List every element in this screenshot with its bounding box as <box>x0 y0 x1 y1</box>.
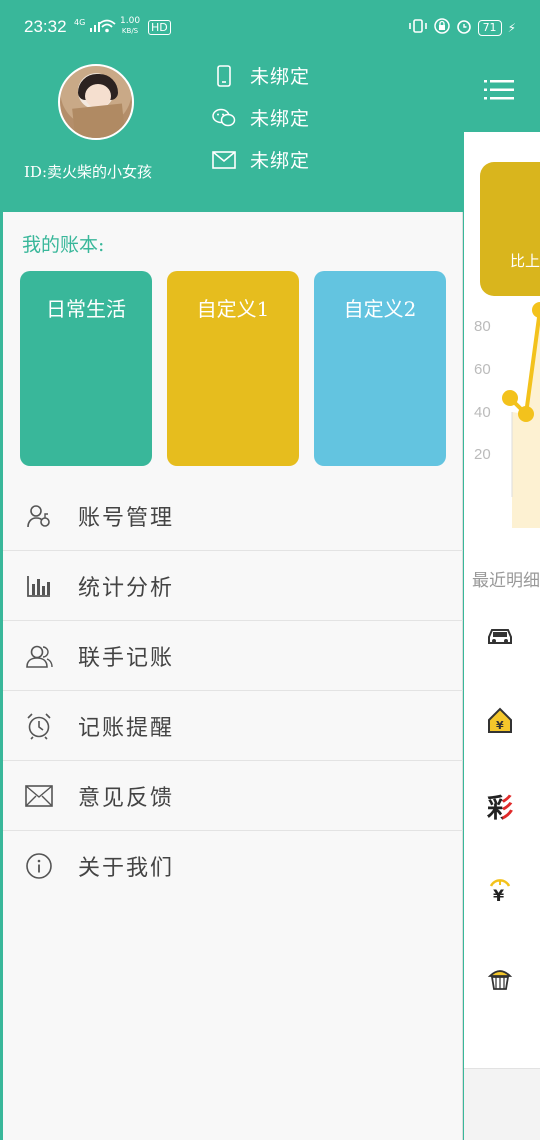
wifi-icon <box>98 18 116 37</box>
info-icon <box>25 852 53 880</box>
mail-icon <box>25 782 53 810</box>
lottery-char: 彩 <box>487 788 513 825</box>
book-daily-life[interactable]: 日常生活 <box>20 271 152 466</box>
svg-text:¥: ¥ <box>496 719 504 732</box>
status-right-icons: 71 ⚡ <box>408 18 516 38</box>
book-label: 自定义2 <box>343 297 417 321</box>
my-books-title: 我的账本: <box>22 234 105 256</box>
alarm-clock-icon <box>25 712 53 740</box>
menu-item-about-us[interactable]: 关于我们 <box>3 831 463 901</box>
summary-card-text: 比上 <box>510 252 540 270</box>
menu-label: 联手记账 <box>78 645 175 671</box>
book-custom-1[interactable]: 自定义1 <box>167 271 299 466</box>
battery-indicator: 71 <box>477 20 502 36</box>
book-label: 自定义1 <box>196 297 270 321</box>
users-icon <box>25 642 53 670</box>
avatar[interactable] <box>58 64 134 140</box>
recent-details-title: 最近明细 <box>472 571 540 591</box>
vibrate-icon <box>408 19 428 37</box>
book-custom-2[interactable]: 自定义2 <box>314 271 446 466</box>
axis-tick: 20 <box>474 446 491 463</box>
network-type: 4G <box>74 18 86 27</box>
status-time: 23:32 <box>24 17 67 36</box>
wechat-binding-status: 未绑定 <box>250 108 311 130</box>
house-icon: ¥ <box>484 704 516 736</box>
phone-binding-status: 未绑定 <box>250 66 311 88</box>
status-bar: 23:32 4G 1.00 KB/S HD 71 ⚡ <box>0 0 540 58</box>
lock-icon <box>433 18 450 38</box>
phone-binding[interactable]: 未绑定 <box>212 62 310 89</box>
menu-label: 关于我们 <box>78 856 175 881</box>
mail-icon <box>212 148 236 172</box>
menu-item-account-management[interactable]: 账号管理 <box>3 481 463 551</box>
menu-item-reminder[interactable]: 记账提醒 <box>3 691 463 761</box>
hamburger-menu-icon[interactable] <box>484 78 514 102</box>
axis-tick: 80 <box>474 318 491 335</box>
bar-chart-icon <box>25 572 53 600</box>
hd-badge: HD <box>148 20 171 35</box>
money-icon: ¥ <box>484 876 516 908</box>
background-page: 比上 80 60 40 20 最近明细 ¥ 彩 ¥ <box>464 132 540 1140</box>
email-binding[interactable]: 未绑定 <box>212 146 310 173</box>
phone-icon <box>212 64 236 88</box>
menu-item-joint-bookkeeping[interactable]: 联手记账 <box>3 621 463 691</box>
money-char: ¥ <box>493 886 505 905</box>
menu-item-statistics[interactable]: 统计分析 <box>3 551 463 621</box>
cake-icon <box>484 962 516 994</box>
navigation-drawer: 我的账本: 日常生活 自定义1 自定义2 账号管理 统计分析 联手记账 记账提醒 <box>3 212 463 1140</box>
wechat-binding[interactable]: 未绑定 <box>212 104 310 131</box>
menu-label: 账号管理 <box>78 505 175 531</box>
menu-label: 统计分析 <box>78 575 175 601</box>
summary-card[interactable]: 比上 <box>480 162 540 296</box>
menu-label: 意见反馈 <box>78 785 175 811</box>
wechat-icon <box>212 106 236 130</box>
car-icon <box>484 620 516 652</box>
user-id: ID:卖火柴的小女孩 <box>24 163 153 181</box>
account-manage-icon <box>25 502 53 530</box>
menu-label: 记账提醒 <box>78 715 175 741</box>
bottom-tab-bar <box>464 1068 540 1140</box>
speed-unit: KB/S <box>121 27 139 35</box>
alarm-icon <box>456 18 472 38</box>
menu-item-feedback[interactable]: 意见反馈 <box>3 761 463 831</box>
speed-value: 1.00 <box>120 16 141 26</box>
charging-icon: ⚡ <box>507 21 516 35</box>
axis-tick: 60 <box>474 361 491 378</box>
network-speed: 1.00 KB/S <box>120 16 140 36</box>
book-label: 日常生活 <box>46 297 126 321</box>
lottery-icon: 彩 <box>484 788 516 825</box>
email-binding-status: 未绑定 <box>250 150 311 172</box>
axis-tick: 40 <box>474 404 491 421</box>
